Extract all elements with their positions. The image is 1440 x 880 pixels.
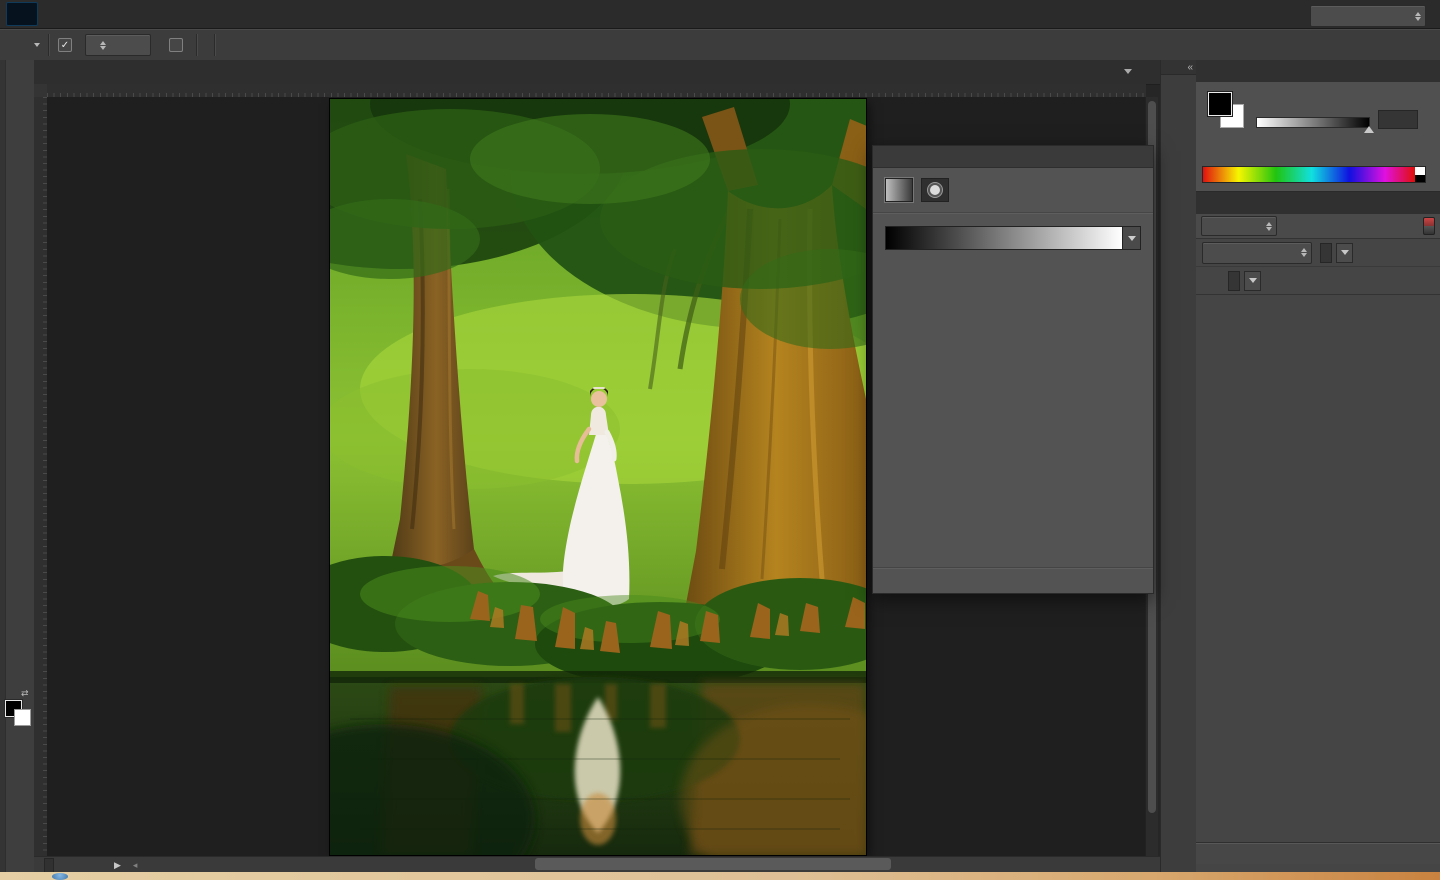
separator <box>196 34 198 56</box>
tool-palette: ⇄ <box>0 60 35 872</box>
layers-panel-footer <box>1196 842 1440 864</box>
layers-panel-tabs <box>1196 192 1440 214</box>
color-panel <box>1196 82 1440 192</box>
gradient-bar[interactable] <box>886 227 1122 249</box>
taskbar-strip <box>0 872 1440 880</box>
layer-mask-button[interactable] <box>921 178 949 202</box>
show-transform-checkbox[interactable] <box>169 38 183 52</box>
k-slider[interactable] <box>1256 117 1370 128</box>
layers-filter-row <box>1196 214 1440 239</box>
screen-mode-button[interactable] <box>6 772 32 797</box>
opacity-value[interactable] <box>1320 242 1332 263</box>
swap-colors-icon[interactable]: ⇄ <box>21 688 29 699</box>
properties-panel-tabs <box>873 146 1153 168</box>
quick-mask-button[interactable] <box>6 744 32 769</box>
auto-select-target-dropdown[interactable] <box>85 34 151 56</box>
filter-kind-dropdown[interactable] <box>1201 216 1277 236</box>
status-collapse-arrow[interactable]: ◂ <box>133 860 138 871</box>
status-menu-arrow[interactable]: ▶ <box>114 860 121 871</box>
horizontal-ruler <box>47 84 1146 98</box>
fill-dropdown-arrow[interactable] <box>1244 270 1261 291</box>
move-tool-icon <box>12 36 30 54</box>
gradient-picker-arrow[interactable] <box>1122 227 1140 249</box>
properties-panel <box>872 145 1154 594</box>
gradient-preview[interactable] <box>885 226 1141 250</box>
auto-select-checkbox[interactable]: ✓ <box>58 38 72 52</box>
layers-blend-row <box>1196 239 1440 267</box>
layers-lock-row <box>1196 267 1440 295</box>
collapsed-panel-dock: « <box>1160 60 1198 872</box>
horizontal-scrollbar-thumb[interactable] <box>535 858 891 870</box>
ruler-origin-corner[interactable] <box>34 84 48 98</box>
vertical-ruler <box>34 97 48 856</box>
properties-panel-footer <box>873 567 1153 593</box>
zoom-level-field[interactable] <box>44 857 54 873</box>
document-image[interactable] <box>330 99 866 855</box>
background-color-swatch[interactable] <box>14 709 31 726</box>
divider <box>873 212 1153 214</box>
start-orb <box>52 873 68 880</box>
color-swatch-group: ⇄ <box>5 688 31 726</box>
separator <box>48 34 50 56</box>
gradient-map-layer-button[interactable] <box>885 178 913 202</box>
separator <box>214 34 216 56</box>
options-bar: ✓ <box>0 5 1440 62</box>
k-value-field[interactable] <box>1378 110 1418 129</box>
fill-value[interactable] <box>1228 270 1240 291</box>
layer-filtering-toggle[interactable] <box>1423 217 1435 235</box>
expand-panels-button[interactable]: « <box>1161 60 1197 75</box>
foreground-color-swatch[interactable] <box>1208 92 1232 116</box>
workspace-switcher[interactable] <box>1310 5 1426 27</box>
color-spectrum-ramp[interactable] <box>1202 166 1426 183</box>
opacity-dropdown-arrow[interactable] <box>1336 242 1353 263</box>
tab-list-button[interactable] <box>1124 69 1132 74</box>
menu-bar <box>0 0 1440 29</box>
k-slider-thumb[interactable] <box>1364 126 1374 133</box>
photoshop-logo <box>6 2 38 26</box>
blend-mode-dropdown[interactable] <box>1202 241 1312 264</box>
document-tab-bar <box>34 60 1160 85</box>
color-panel-tabs <box>1196 60 1440 82</box>
tool-preset-arrow[interactable] <box>34 43 40 47</box>
right-panel-dock <box>1196 60 1440 872</box>
